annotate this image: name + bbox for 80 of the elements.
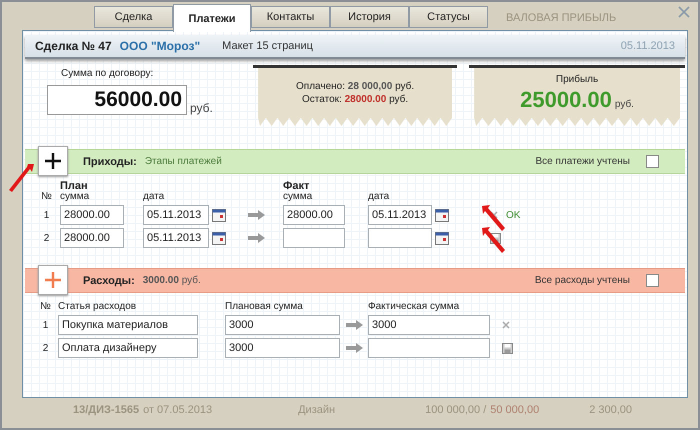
- input-field[interactable]: 28000.00: [283, 205, 345, 225]
- plan-header: План: [60, 180, 88, 192]
- input-field[interactable]: 05.11.2013: [143, 228, 209, 248]
- input-field[interactable]: 3000: [225, 338, 340, 358]
- input-field[interactable]: 05.11.2013: [368, 205, 432, 225]
- checkbox[interactable]: [646, 155, 659, 168]
- deal-description: Макет 15 страниц: [222, 40, 313, 52]
- currency-label: руб.: [614, 98, 634, 110]
- income-subtitle: Этапы платежей: [144, 156, 222, 167]
- input-field[interactable]: 05.11.2013: [143, 205, 209, 225]
- close-button[interactable]: [678, 6, 692, 20]
- delete-icon[interactable]: [502, 321, 510, 329]
- input-field[interactable]: 28000.00: [60, 205, 124, 225]
- column-header: Статья расходов: [58, 301, 138, 312]
- column-header: дата: [143, 191, 166, 202]
- save-icon[interactable]: [502, 342, 513, 354]
- paid-amount: Оплачено: 28 000,00 руб.: [296, 81, 414, 92]
- number-header: №: [40, 191, 53, 202]
- contract-sum-field[interactable]: 56000.00: [47, 85, 187, 115]
- annotation-arrow: [482, 205, 505, 231]
- profit-value: 25000.00: [520, 86, 612, 112]
- expenses-total: 3000.00 руб.: [142, 275, 201, 286]
- input-field[interactable]: 28000.00: [60, 228, 124, 248]
- add-button[interactable]: [38, 146, 68, 176]
- plus-icon: [44, 152, 62, 170]
- column-header: дата: [368, 191, 390, 202]
- deal-type: Дизайн: [298, 404, 336, 416]
- tab[interactable]: Статусы: [409, 6, 488, 28]
- profit-label: Прибыль: [556, 74, 598, 84]
- input-field[interactable]: 3000: [225, 315, 340, 335]
- input-field[interactable]: [368, 338, 490, 358]
- fact-header: Факт: [283, 180, 310, 192]
- column-header: сумма: [283, 191, 314, 202]
- calendar-icon[interactable]: [435, 232, 449, 244]
- remaining-amount: Остаток: 28000.00 руб.: [302, 94, 408, 105]
- client-name: ООО "Мороз": [120, 39, 200, 53]
- row-number: 1: [42, 320, 50, 330]
- row-number: 1: [42, 210, 50, 220]
- annotation-arrow: [9, 164, 34, 192]
- calendar-icon[interactable]: [435, 208, 449, 222]
- input-field[interactable]: Оплата дизайнеру: [58, 338, 198, 358]
- right-arrow-icon: [248, 210, 264, 220]
- row-number: 2: [42, 232, 50, 244]
- plus-icon: [44, 271, 62, 289]
- deal-title: Сделка № 47: [35, 39, 112, 53]
- deal-total: 100 000,00 /: [425, 404, 486, 416]
- status-label: OK: [506, 210, 520, 220]
- input-field[interactable]: [368, 228, 432, 248]
- tab[interactable]: История: [330, 6, 409, 28]
- tab[interactable]: Сделка: [94, 6, 173, 28]
- contract-sum-label: Сумма по договору:: [61, 68, 154, 79]
- column-header: сумма: [60, 191, 90, 202]
- deal-date: 05.11.2013: [620, 40, 675, 52]
- input-field[interactable]: 3000: [368, 315, 490, 335]
- close-icon: [678, 6, 690, 18]
- annotation-arrow: [482, 227, 505, 253]
- currency-label: руб.: [190, 101, 213, 115]
- row-number: 2: [42, 342, 50, 354]
- right-arrow-icon: [248, 233, 264, 243]
- expenses-title: Расходы:: [83, 274, 135, 286]
- input-field[interactable]: Покупка материалов: [58, 315, 198, 335]
- column-header: ВАЛОВАЯ ПРИБЫЛЬ: [506, 12, 616, 24]
- all-expenses-label: Все расходы учтены: [534, 275, 630, 286]
- right-arrow-icon: [346, 320, 362, 330]
- number-header: №: [39, 301, 52, 312]
- right-arrow-icon: [346, 343, 362, 353]
- contract-date: от 07.05.2013: [143, 404, 212, 416]
- all-payments-label: Все платежи учтены: [535, 156, 630, 167]
- column-header: Фактическая сумма: [368, 301, 460, 312]
- tab[interactable]: Контакты: [251, 6, 330, 28]
- deal-profit: 2 300,00: [589, 404, 632, 416]
- column-header: Плановая сумма: [225, 301, 304, 312]
- input-field[interactable]: [283, 228, 345, 248]
- tab[interactable]: Платежи: [173, 4, 251, 32]
- deal-paid: 50 000,00: [490, 404, 540, 416]
- calendar-icon[interactable]: [212, 232, 226, 244]
- checkbox[interactable]: [646, 274, 659, 287]
- income-title: Приходы:: [83, 156, 137, 168]
- calendar-icon[interactable]: [212, 208, 226, 222]
- contract-number: 13/ДИЗ-1565: [73, 404, 140, 416]
